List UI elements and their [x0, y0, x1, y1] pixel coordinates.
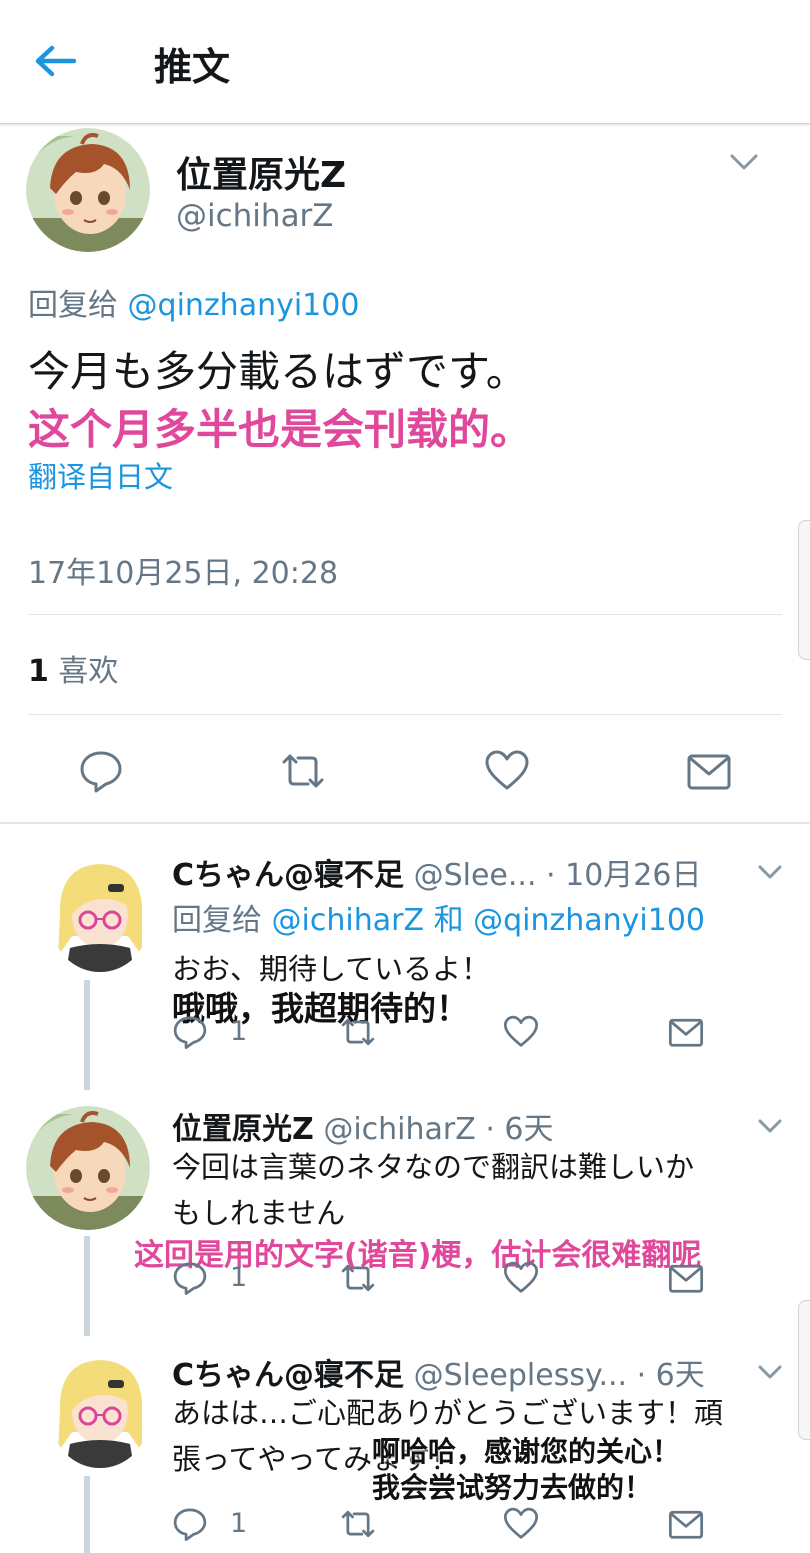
heart-icon[interactable]: [503, 1506, 539, 1542]
reply-icon[interactable]: [172, 1260, 208, 1296]
reply-count: 1: [230, 1016, 248, 1047]
likes-label: 喜欢: [58, 654, 119, 689]
tweet-timestamp: 17年10月25日, 20:28: [28, 556, 339, 591]
chevron-down-icon[interactable]: [756, 862, 784, 882]
reply-and: 和: [433, 903, 464, 938]
heart-icon[interactable]: [503, 1014, 539, 1050]
reply-header: 位置原光Z @ichiharZ · 6天: [172, 1104, 554, 1148]
share-mail-icon[interactable]: [668, 1260, 704, 1296]
reply-header: Cちゃん@寝不足 @Slee... · 10月26日: [172, 850, 701, 894]
chevron-down-icon[interactable]: [728, 150, 760, 174]
mention-link[interactable]: @qinzhanyi100: [473, 903, 705, 938]
reply-icon[interactable]: [172, 1506, 208, 1542]
thread-connector: [84, 1476, 90, 1553]
tweet-time: · 6天: [636, 1358, 705, 1393]
avatar[interactable]: [52, 856, 148, 972]
translate-link[interactable]: 翻译自日文: [28, 454, 173, 496]
reply-count: 1: [230, 1508, 248, 1539]
thread-connector: [84, 980, 90, 1090]
display-name[interactable]: Cちゃん@寝不足: [172, 1358, 404, 1393]
mention-link[interactable]: @qinzhanyi100: [128, 288, 360, 323]
retweet-icon[interactable]: [340, 1506, 376, 1542]
reply-header: Cちゃん@寝不足 @Sleeplessy... · 6天: [172, 1350, 705, 1394]
user-handle[interactable]: @ichiharZ: [323, 1112, 475, 1147]
display-name[interactable]: 位置原光Z: [172, 1112, 314, 1147]
retweet-icon[interactable]: [340, 1260, 376, 1296]
divider: [28, 614, 782, 615]
reply-prefix: 回复给: [172, 903, 262, 938]
scroll-edge-tab[interactable]: [798, 520, 810, 660]
likes-count: 1: [28, 654, 49, 689]
mention-link[interactable]: @ichiharZ: [272, 903, 424, 938]
reply-context: 回复给 @ichiharZ 和 @qinzhanyi100: [172, 898, 705, 944]
thread-connector: [84, 1236, 90, 1336]
tweet-time: · 10月26日: [546, 858, 702, 893]
retweet-icon[interactable]: [340, 1014, 376, 1050]
user-handle[interactable]: @Sleeplessy...: [414, 1358, 627, 1393]
translation-overlay-line-1: 啊哈哈，感谢您的关心！: [372, 1435, 681, 1468]
divider: [28, 714, 782, 715]
page-title: 推文: [154, 45, 231, 89]
translation-overlay: 哦哦，我超期待的！: [172, 989, 469, 1028]
scroll-edge-tab[interactable]: [798, 1300, 810, 1440]
user-handle[interactable]: @ichiharZ: [176, 198, 334, 234]
section-divider: [0, 822, 810, 824]
reply-prefix: 回复给: [28, 288, 118, 323]
reply-context: 回复给 @qinzhanyi100: [28, 280, 359, 324]
retweet-icon[interactable]: [280, 748, 326, 794]
share-mail-icon[interactable]: [668, 1014, 704, 1050]
heart-icon[interactable]: [484, 748, 530, 794]
reply-icon[interactable]: [78, 748, 124, 794]
app-header: 推文: [0, 0, 810, 124]
avatar[interactable]: [26, 1106, 150, 1230]
chevron-down-icon[interactable]: [756, 1362, 784, 1382]
user-handle[interactable]: @Slee...: [414, 858, 537, 893]
chevron-down-icon[interactable]: [756, 1116, 784, 1136]
avatar[interactable]: [26, 128, 150, 252]
share-mail-icon[interactable]: [686, 748, 732, 794]
arrow-left-icon[interactable]: [30, 38, 80, 84]
reply-count: 1: [230, 1262, 248, 1293]
translation-overlay: 这个月多半也是会刊载的。: [28, 405, 533, 454]
display-name[interactable]: 位置原光Z: [176, 146, 346, 198]
tweet-text-line-1: 今回は言葉のネタなので翻訳は難しいか: [172, 1150, 695, 1184]
display-name[interactable]: Cちゃん@寝不足: [172, 858, 404, 893]
translation-overlay: 这回是用的文字(谐音)梗，估计会很难翻呢: [134, 1238, 702, 1273]
translation-overlay-line-2: 我会尝试努力去做的！: [372, 1471, 653, 1504]
likes-stat[interactable]: 1 喜欢: [28, 646, 118, 690]
share-mail-icon[interactable]: [668, 1506, 704, 1542]
reply-icon[interactable]: [172, 1014, 208, 1050]
heart-icon[interactable]: [503, 1260, 539, 1296]
tweet-text: 今月も多分載るはずです。: [28, 347, 528, 396]
avatar[interactable]: [52, 1352, 148, 1468]
tweet-time: · 6天: [485, 1112, 554, 1147]
